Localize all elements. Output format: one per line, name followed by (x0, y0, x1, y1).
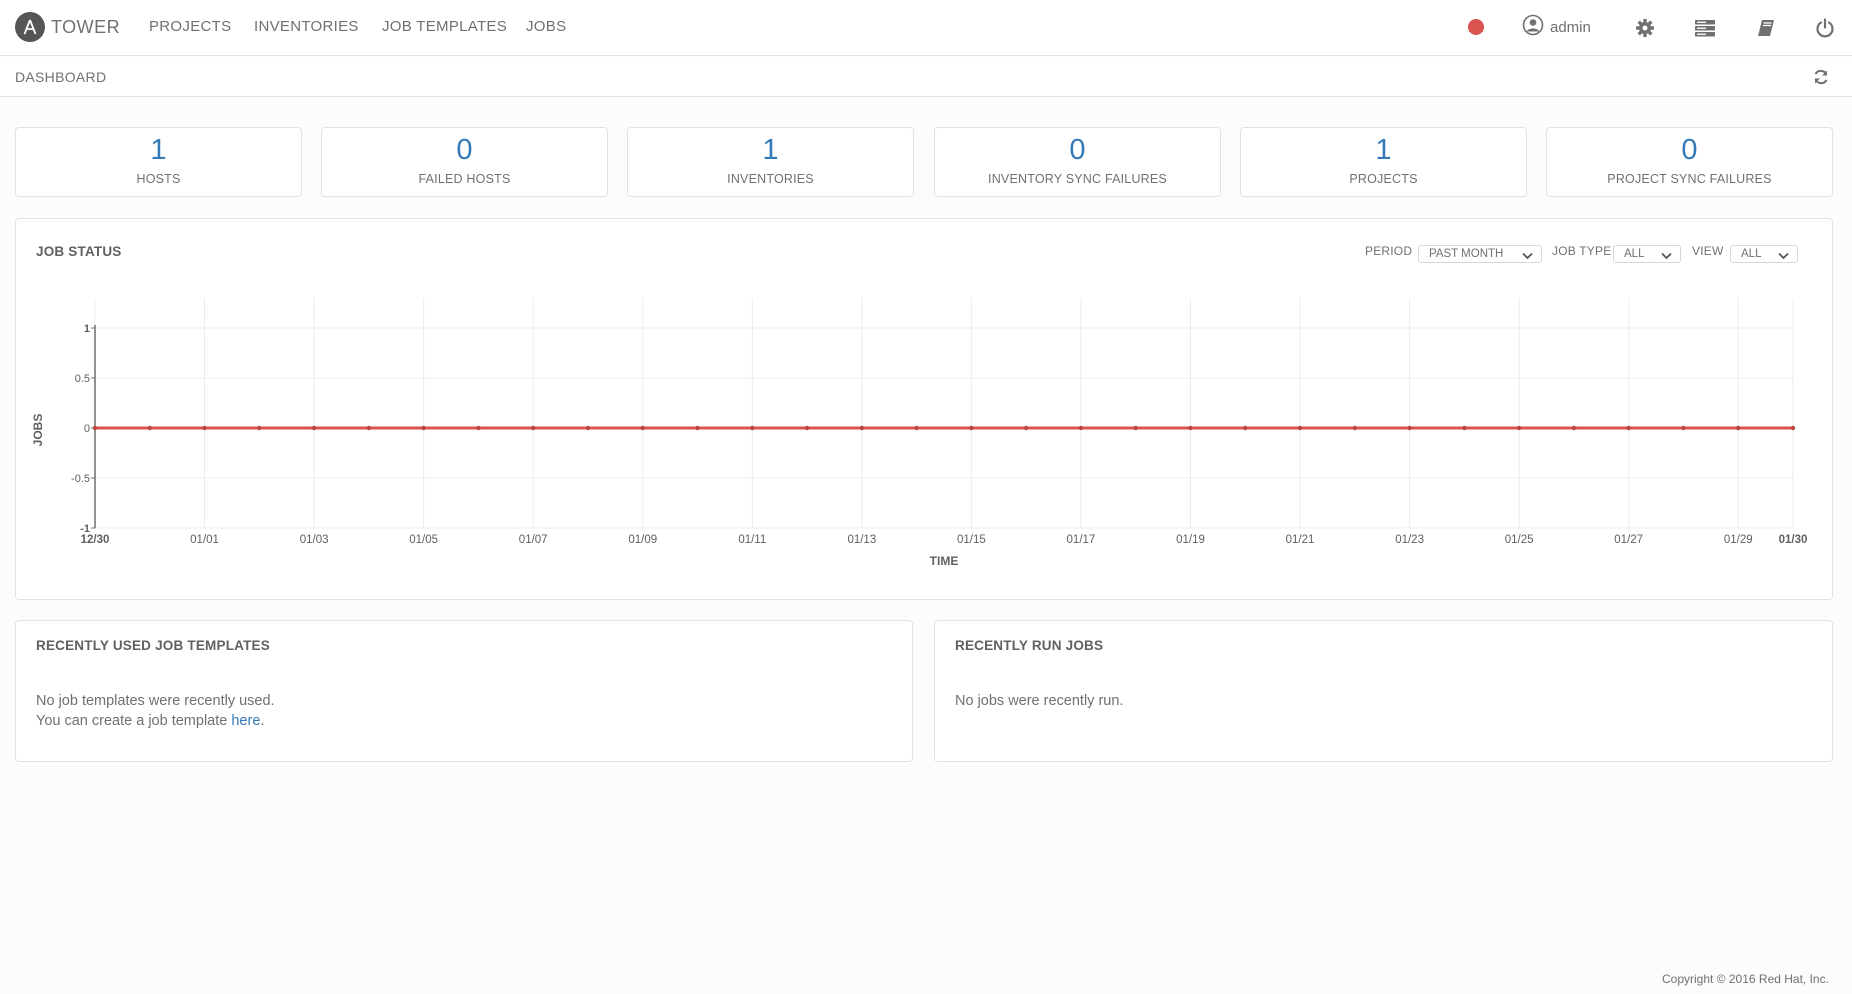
count-label: HOSTS (136, 172, 181, 186)
period-select[interactable]: PAST MONTH (1418, 245, 1542, 263)
count-label: PROJECTS (1349, 172, 1418, 186)
create-template-link[interactable]: here (231, 713, 260, 729)
no-templates-message: No job templates were recently used. (36, 693, 275, 709)
refresh-icon[interactable] (1810, 66, 1832, 88)
job-type-select-value: ALL (1624, 248, 1645, 260)
ansible-logo-icon (15, 12, 45, 42)
hint-period: . (260, 713, 265, 729)
period-select-value: PAST MONTH (1429, 248, 1504, 260)
chevron-down-icon (1778, 249, 1789, 265)
count-tile-project-sync-failures[interactable]: 0 PROJECT SYNC FAILURES (1546, 127, 1833, 197)
chevron-down-icon (1522, 249, 1533, 265)
recent-templates-title: RECENTLY USED JOB TEMPLATES (36, 638, 270, 653)
count-value: 1 (1375, 134, 1392, 166)
create-template-text: You can create a job template (36, 713, 228, 729)
brand-name: TOWER (51, 16, 121, 37)
socket-status-indicator[interactable] (1468, 19, 1484, 35)
view-select[interactable]: ALL (1730, 245, 1798, 263)
period-label: PERIOD (1365, 244, 1413, 258)
server-list-icon[interactable] (1690, 13, 1720, 43)
view-select-value: ALL (1741, 248, 1762, 260)
chevron-down-icon (1661, 249, 1672, 265)
count-tile-projects[interactable]: 1 PROJECTS (1240, 127, 1527, 197)
logout-power-icon[interactable] (1810, 13, 1840, 43)
breadcrumb-bar: DASHBOARD (0, 57, 1852, 97)
recent-jobs-title: RECENTLY RUN JOBS (955, 638, 1104, 653)
count-value: 1 (762, 134, 779, 166)
count-tile-failed-hosts[interactable]: 0 FAILED HOSTS (321, 127, 608, 197)
job-status-title: JOB STATUS (36, 244, 122, 259)
count-tile-inventories[interactable]: 1 INVENTORIES (627, 127, 914, 197)
nav-inventories[interactable]: INVENTORIES (254, 18, 359, 35)
count-label: INVENTORIES (727, 172, 814, 186)
job-status-panel (15, 218, 1833, 600)
top-navbar: TOWER PROJECTS INVENTORIES JOB TEMPLATES… (0, 0, 1852, 56)
user-name: admin (1550, 18, 1591, 36)
count-label: PROJECT SYNC FAILURES (1607, 172, 1772, 186)
nav-jobs[interactable]: JOBS (526, 18, 566, 35)
count-label: INVENTORY SYNC FAILURES (988, 172, 1167, 186)
count-tile-inventory-sync-failures[interactable]: 0 INVENTORY SYNC FAILURES (934, 127, 1221, 197)
create-template-hint: You can create a job template here. (36, 711, 275, 731)
nav-job-templates[interactable]: JOB TEMPLATES (382, 18, 507, 35)
count-value: 1 (150, 134, 167, 166)
count-value: 0 (1069, 134, 1086, 166)
documentation-book-icon[interactable] (1751, 13, 1781, 43)
job-type-label: JOB TYPE (1552, 244, 1612, 258)
job-type-select[interactable]: ALL (1613, 245, 1681, 263)
copyright-footer: Copyright © 2016 Red Hat, Inc. (1662, 972, 1829, 986)
user-icon (1522, 14, 1544, 41)
recent-jobs-empty-text: No jobs were recently run. (955, 693, 1124, 709)
recent-templates-empty-text: No job templates were recently used. You… (36, 691, 275, 731)
brand-logo[interactable]: TOWER (15, 11, 120, 43)
count-label: FAILED HOSTS (418, 172, 511, 186)
view-label: VIEW (1692, 244, 1724, 258)
count-tile-hosts[interactable]: 1 HOSTS (15, 127, 302, 197)
count-value: 0 (1681, 134, 1698, 166)
settings-gear-icon[interactable] (1630, 13, 1660, 43)
breadcrumb: DASHBOARD (15, 69, 107, 85)
user-menu[interactable]: admin (1522, 14, 1591, 40)
count-value: 0 (456, 134, 473, 166)
nav-projects[interactable]: PROJECTS (149, 18, 231, 35)
